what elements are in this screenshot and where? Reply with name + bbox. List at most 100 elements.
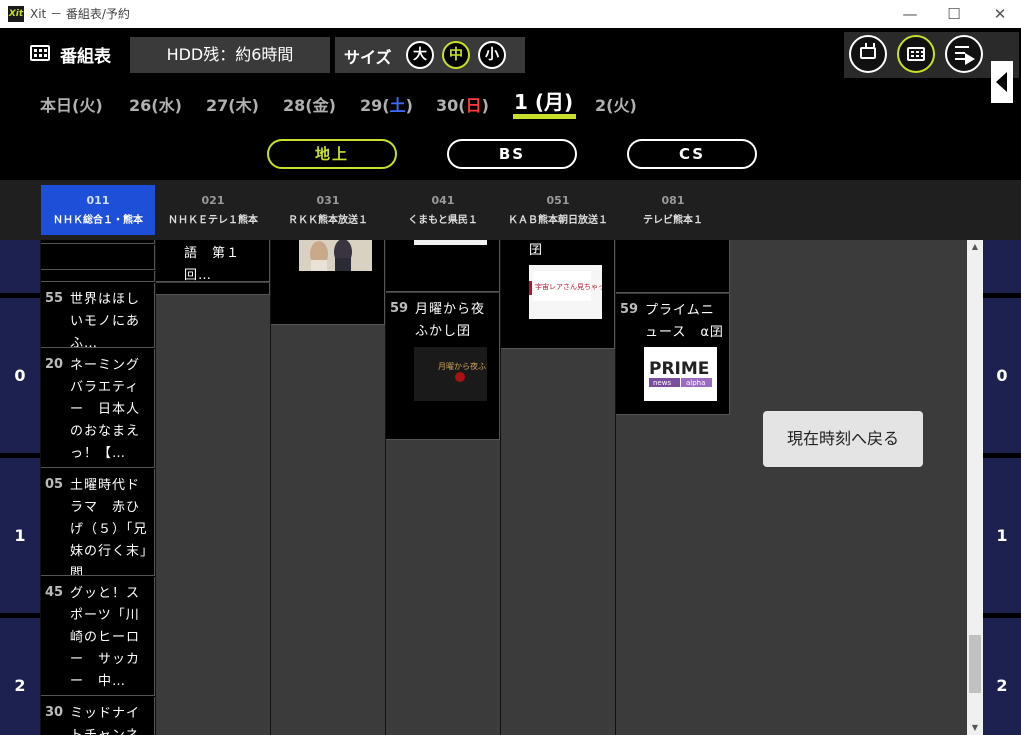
prime-logo-title: PRIME <box>649 359 709 379</box>
channel-kumamoto-kenmin[interactable]: 041 くまもと県民１ <box>386 185 500 235</box>
program-title: 語 第１回… <box>184 246 241 282</box>
program-cell[interactable]: 45 グッと！スポーツ「川崎のヒーロー サッカー 中… <box>41 577 155 696</box>
channel-tv-kumamoto[interactable]: 081 テレビ熊本１ <box>616 185 730 235</box>
hour-cell: 0 <box>983 298 1021 453</box>
close-button[interactable]: ✕ <box>977 0 1021 28</box>
channel-kab[interactable]: 051 ＫＡＢ熊本朝日放送１ <box>501 185 615 235</box>
program-title: プライムニュース α囝 <box>645 303 724 340</box>
date-29-weekday: 土 <box>389 96 406 115</box>
scroll-down-arrow-icon[interactable]: ▼ <box>967 721 983 735</box>
band-cs-button[interactable]: CS <box>627 139 757 169</box>
program-cell[interactable] <box>156 283 270 295</box>
hour-label: 2 <box>14 675 26 695</box>
date-tab-26[interactable]: 26(水) <box>129 92 182 116</box>
collapse-panel-button[interactable] <box>991 61 1013 103</box>
program-cell[interactable] <box>271 240 385 325</box>
yofukashi-thumbnail: 月曜から夜ふかし <box>414 347 487 401</box>
maximize-button[interactable]: ☐ <box>931 0 977 28</box>
program-title: グッと！スポーツ「川崎のヒーロー サッカー 中… <box>70 586 141 689</box>
program-title: ネーミングバラエティー 日本人のおなまえっ！【… <box>70 358 141 461</box>
program-thumbnail <box>299 240 372 271</box>
channel-nhk-etv[interactable]: 021 ＮＨＫＥテレ１熊本 <box>156 185 270 235</box>
program-title: 世界はほしいモノにあふ… <box>70 292 141 348</box>
date-30-close: ) <box>481 96 489 115</box>
channel-header: 011 ＮＨＫ総合１・熊本 021 ＮＨＫＥテレ１熊本 031 ＲＫＫ熊本放送１… <box>0 180 1021 240</box>
band-terrestrial-button[interactable]: 地上 <box>267 139 397 169</box>
program-minute: 20 <box>45 357 64 372</box>
hour-label: 2 <box>996 675 1008 695</box>
date-tab-29[interactable]: 29(土) <box>360 92 413 116</box>
channel-number: 021 <box>201 194 225 207</box>
program-cell[interactable]: 語 第１回… <box>156 240 270 282</box>
program-cell[interactable] <box>41 271 155 282</box>
program-guide-button[interactable] <box>897 35 935 73</box>
date-30-weekday: 日 <box>465 96 482 115</box>
program-title: 囝 <box>529 243 544 258</box>
hour-label: 0 <box>14 365 26 385</box>
recorded-list-button[interactable] <box>945 35 983 73</box>
date-tab-1-current[interactable]: 1 (月) <box>514 86 573 115</box>
channel-nhk-sogo[interactable]: 011 ＮＨＫ総合１・熊本 <box>41 185 155 235</box>
channel-name: くまもと県民１ <box>408 215 478 226</box>
program-guide-icon <box>30 45 50 61</box>
date-tab-today[interactable]: 本日(火) <box>40 92 103 116</box>
program-grid[interactable]: 0 1 2 55 世界はほしいモノにあふ… 20 ネーミングバラエティー 日本人… <box>0 240 1021 735</box>
program-cell[interactable]: 囝 宇宙レアさん見ちゃった <box>501 240 615 349</box>
column-rkk <box>271 240 385 735</box>
channel-name: ＫＡＢ熊本朝日放送１ <box>508 215 608 226</box>
program-cell[interactable] <box>616 240 730 293</box>
program-minute: 05 <box>45 477 64 492</box>
program-cell[interactable] <box>386 240 500 292</box>
hour-cell: 1 <box>0 458 40 613</box>
hour-cell <box>983 240 1021 293</box>
yofukashi-logo-text: 月曜から夜ふかし <box>438 361 487 371</box>
column-nhk-sogo: 55 世界はほしいモノにあふ… 20 ネーミングバラエティー 日本人のおなまえっ… <box>41 240 155 735</box>
size-large-button[interactable]: 大 <box>406 41 434 69</box>
header: 番組表 HDD残：約6時間 サイズ 大 中 小 本日(火) 26(水) 27(木… <box>0 28 1021 178</box>
size-medium-button[interactable]: 中 <box>442 41 470 69</box>
channel-number: 041 <box>431 194 455 207</box>
date-tab-30[interactable]: 30(日) <box>436 92 489 116</box>
channel-name: ＮＨＫＥテレ１熊本 <box>168 215 258 226</box>
program-thumbnail: 宇宙レアさん見ちゃった <box>529 265 602 319</box>
channel-number: 011 <box>86 194 110 207</box>
date-tab-27[interactable]: 27(木) <box>206 92 259 116</box>
channel-rkk[interactable]: 031 ＲＫＫ熊本放送１ <box>271 185 385 235</box>
channel-name: ＮＨＫ総合１・熊本 <box>53 215 143 226</box>
size-label: サイズ <box>344 48 392 67</box>
back-to-now-button[interactable]: 現在時刻へ戻る <box>763 411 923 467</box>
program-cell[interactable]: 59 プライムニュース α囝 PRIME news alpha <box>616 294 730 415</box>
hour-label: 1 <box>996 525 1008 545</box>
channel-number: 081 <box>661 194 685 207</box>
live-tv-button[interactable] <box>849 35 887 73</box>
hour-cell: 1 <box>983 458 1021 613</box>
prime-logo-news: news <box>653 379 671 387</box>
date-tab-28[interactable]: 28(金) <box>283 92 336 116</box>
program-thumbnail <box>414 240 487 245</box>
program-cell[interactable] <box>41 240 155 244</box>
window-title: Xit － 番組表/予約 <box>30 7 130 21</box>
program-cell[interactable]: 20 ネーミングバラエティー 日本人のおなまえっ！【… <box>41 349 155 468</box>
size-selector: サイズ 大 中 小 <box>335 37 525 73</box>
program-title: 月曜から夜ふかし囝 <box>415 302 486 339</box>
page-title: 番組表 <box>60 47 111 67</box>
hour-cell: 2 <box>983 618 1021 735</box>
hdd-remaining: HDD残：約6時間 <box>130 37 330 73</box>
band-bs-button[interactable]: BS <box>447 139 577 169</box>
program-minute: 59 <box>620 302 639 317</box>
program-cell[interactable] <box>41 245 155 270</box>
program-cell[interactable]: 59 月曜から夜ふかし囝 月曜から夜ふかし <box>386 293 500 440</box>
scroll-up-arrow-icon[interactable]: ▲ <box>967 240 983 254</box>
program-cell[interactable]: 55 世界はほしいモノにあふ… <box>41 283 155 348</box>
minimize-button[interactable]: — <box>887 0 933 28</box>
size-small-button[interactable]: 小 <box>478 41 506 69</box>
date-29-number: 29( <box>360 96 390 115</box>
hour-column-right: 0 1 2 <box>983 240 1021 735</box>
program-cell[interactable]: 30 ミッドナイトチャンネル <box>41 697 155 735</box>
program-minute: 45 <box>45 585 64 600</box>
date-tab-2[interactable]: 2(火) <box>595 92 637 116</box>
program-cell[interactable]: 05 土曜時代ドラマ 赤ひげ（５）「兄妹の行く末」閻… <box>41 469 155 576</box>
scrollbar-thumb[interactable] <box>969 635 981 693</box>
program-minute: 55 <box>45 291 64 306</box>
vertical-scrollbar[interactable]: ▲ ▼ <box>967 240 983 735</box>
